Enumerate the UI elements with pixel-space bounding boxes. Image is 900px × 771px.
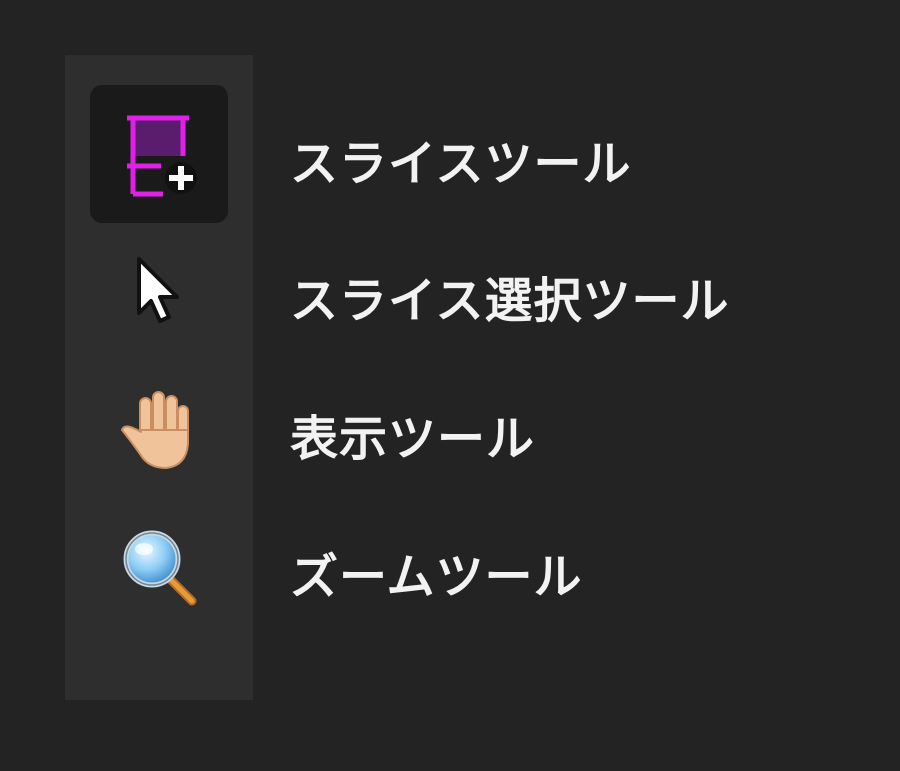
slice-tool-label: スライスツール: [290, 136, 632, 192]
zoom-tool-button[interactable]: [90, 497, 228, 635]
magnifier-icon: [123, 530, 197, 606]
zoom-tool-label: ズームツール: [290, 549, 583, 605]
hand-tool-button[interactable]: [90, 360, 228, 498]
hand-tool-label: 表示ツール: [290, 411, 536, 467]
slice-tool-button[interactable]: [90, 85, 228, 223]
slice-select-tool-button[interactable]: [90, 222, 228, 360]
slice-tool-icon: [127, 115, 197, 197]
arrow-cursor-icon: [137, 257, 179, 323]
slice-select-tool-label: スライス選択ツール: [290, 273, 730, 329]
hand-icon: [121, 391, 189, 469]
